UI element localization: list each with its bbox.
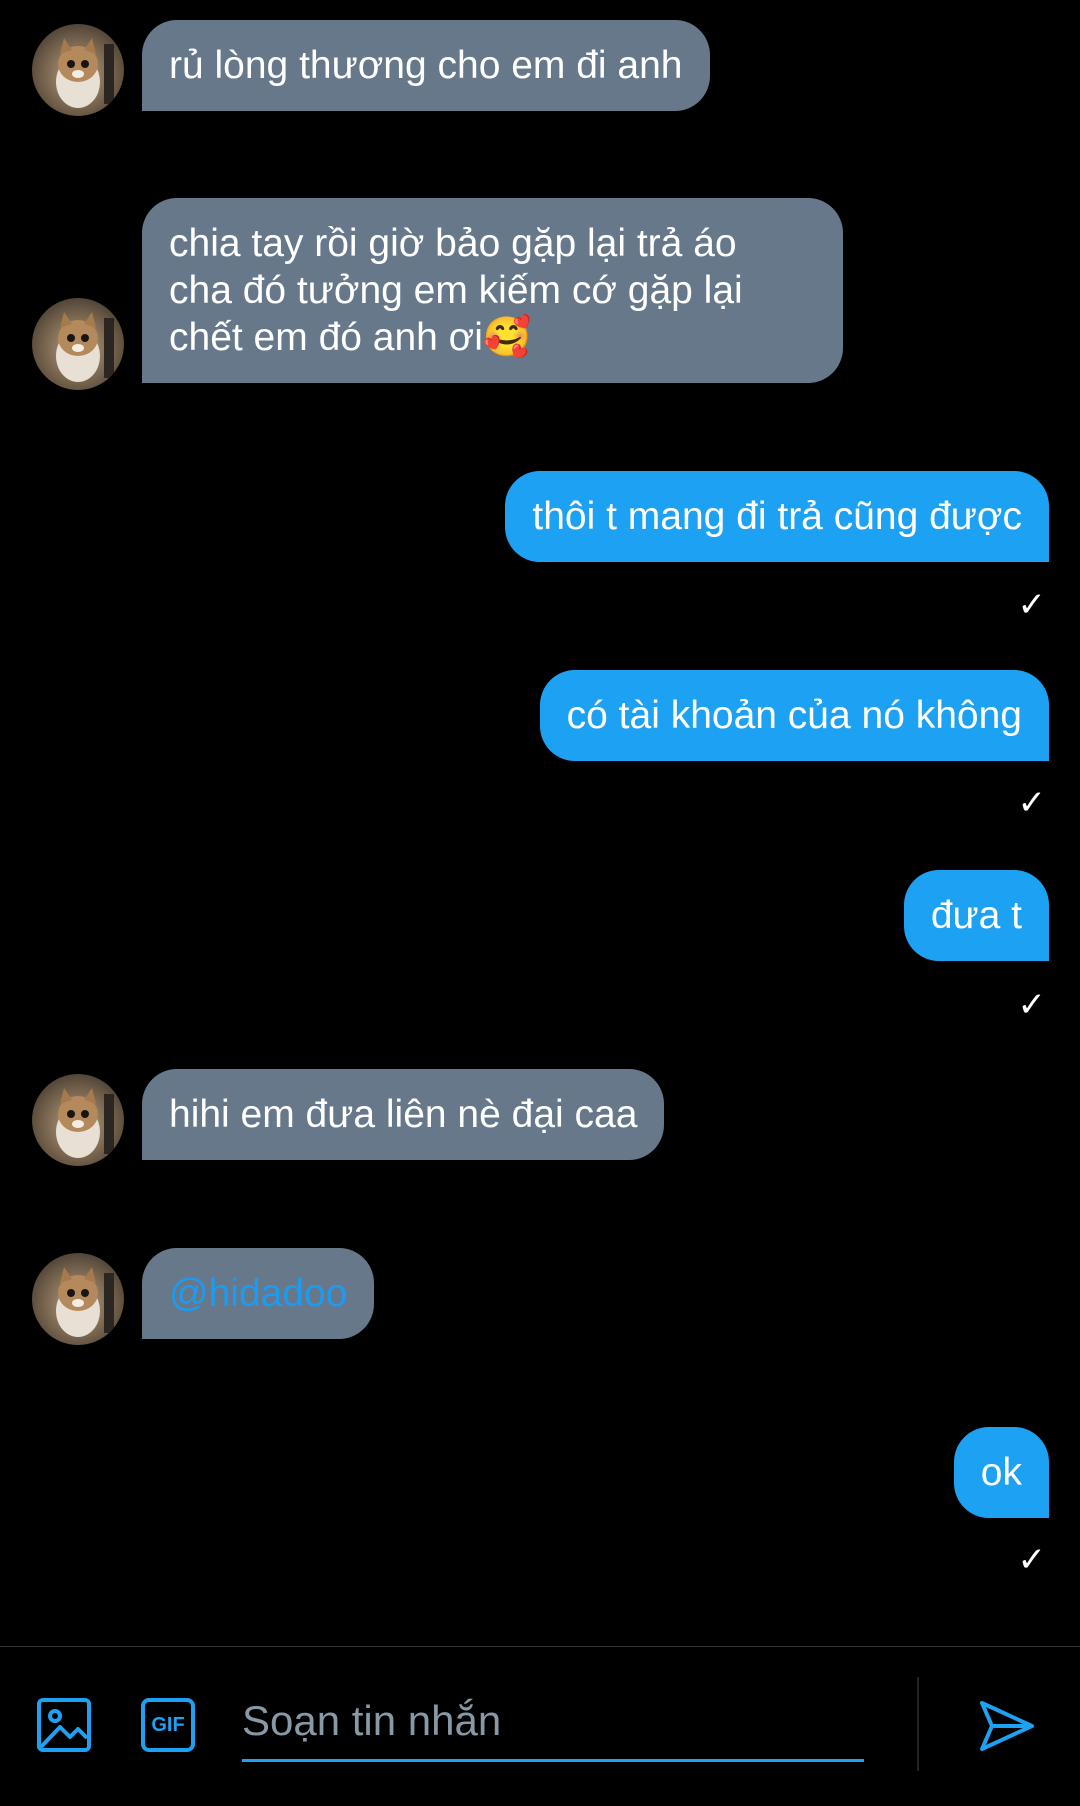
cat-avatar-icon <box>56 38 114 108</box>
outgoing-message[interactable]: đưa t <box>903 870 1049 961</box>
message-text: hihi em đưa liên nè đại caa <box>169 1093 638 1136</box>
incoming-message[interactable]: rủ lòng thương cho em đi anh <box>142 20 710 111</box>
add-image-button[interactable] <box>34 1695 94 1755</box>
message-text: đưa t <box>930 894 1022 937</box>
message-line: chia tay rồi giờ bảo gặp lại trả áo <box>169 222 737 265</box>
avatar[interactable] <box>32 1253 124 1345</box>
divider <box>917 1677 919 1771</box>
outgoing-message[interactable]: ok <box>953 1427 1049 1518</box>
avatar[interactable] <box>32 1074 124 1166</box>
send-icon <box>980 1701 1034 1751</box>
incoming-message[interactable]: chia tay rồi giờ bảo gặp lại trả áo cha … <box>142 198 843 383</box>
add-gif-button[interactable]: GIF <box>138 1695 198 1755</box>
message-composer: GIF Soạn tin nhắn <box>0 1646 1080 1806</box>
message-input[interactable]: Soạn tin nhắn <box>242 1691 864 1762</box>
cat-avatar-icon <box>56 1267 114 1337</box>
message-input-placeholder: Soạn tin nhắn <box>242 1697 502 1744</box>
dm-conversation: rủ lòng thương cho em đi anh chia tay rồ… <box>0 0 1080 1806</box>
avatar[interactable] <box>32 298 124 390</box>
sent-check-icon: ✓ <box>1017 1540 1047 1580</box>
image-icon <box>37 1698 91 1752</box>
sent-check-icon: ✓ <box>1017 783 1047 823</box>
message-text: rủ lòng thương cho em đi anh <box>169 44 683 87</box>
message-text: có tài khoản của nó không <box>566 694 1022 737</box>
message-line: cha đó tưởng em kiếm cớ gặp lại <box>169 269 743 312</box>
cat-avatar-icon <box>56 1088 114 1158</box>
avatar[interactable] <box>32 24 124 116</box>
mention-link[interactable]: @hidadoo <box>169 1272 347 1315</box>
send-button[interactable] <box>976 1695 1038 1757</box>
sent-check-icon: ✓ <box>1017 985 1047 1025</box>
incoming-message[interactable]: hihi em đưa liên nè đại caa <box>142 1069 665 1160</box>
outgoing-message[interactable]: có tài khoản của nó không <box>539 670 1049 761</box>
gif-label: GIF <box>151 1714 185 1736</box>
message-text: ok <box>980 1451 1022 1494</box>
message-line: chết em đó anh ơi🥰 <box>169 316 532 359</box>
cat-avatar-icon <box>56 312 114 382</box>
incoming-message[interactable]: @hidadoo <box>142 1248 375 1339</box>
sent-check-icon: ✓ <box>1017 585 1047 625</box>
outgoing-message[interactable]: thôi t mang đi trả cũng được <box>505 471 1049 562</box>
message-text: thôi t mang đi trả cũng được <box>532 495 1022 538</box>
